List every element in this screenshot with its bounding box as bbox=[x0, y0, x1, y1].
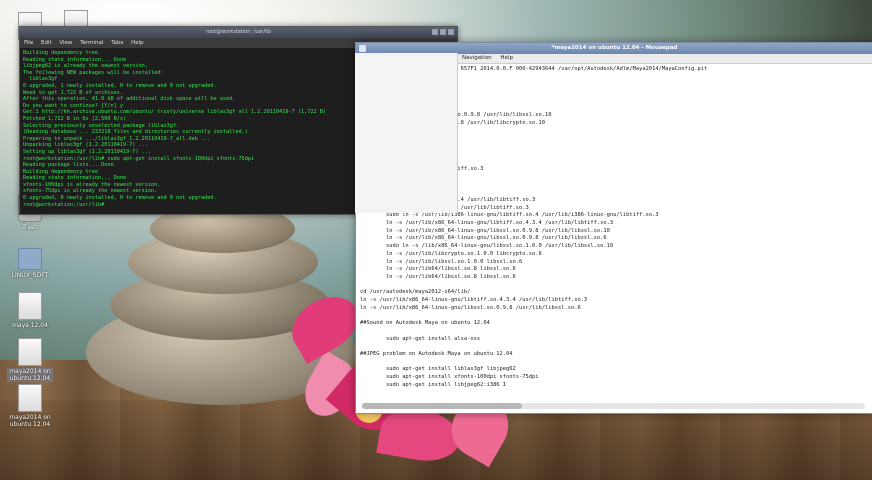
mousepad-line bbox=[360, 343, 869, 351]
mousepad-line: ##Sound on Autodesk Maya on ubuntu 12.04 bbox=[360, 320, 490, 327]
desktop-file-maya2014-selected[interactable]: maya2014 on ubuntu 12.04 bbox=[7, 338, 53, 382]
text-file-icon bbox=[18, 338, 42, 366]
mousepad-line: ln -s /usr/lib/x86_64-linux-gnu/libssl.s… bbox=[360, 304, 581, 311]
desktop-icon-label: LINUX_SOFT bbox=[11, 272, 49, 279]
desktop-file-maya[interactable]: maya 12.04 bbox=[7, 292, 53, 329]
mousepad-line: ln -s /usr/lib/x86_64-linux-gnu/libtiff.… bbox=[360, 297, 588, 304]
minimize-icon[interactable] bbox=[432, 29, 438, 35]
text-file-icon bbox=[18, 384, 42, 412]
menu-tabs[interactable]: Tabs bbox=[111, 40, 123, 46]
mousepad-line: ln -s /usr/lib/x86_64-linux-gnu/libtiff.… bbox=[360, 220, 614, 227]
mousepad-line: ln -s /usr/lib/libcrypto.so.1.0.0 libcry… bbox=[360, 250, 542, 257]
mousepad-line bbox=[360, 282, 869, 290]
mousepad-line: sudo apt-get install alsa-oss bbox=[360, 335, 481, 342]
desktop-icon-label: maya2014 on ubuntu 12.04 bbox=[9, 414, 51, 428]
close-icon[interactable] bbox=[448, 29, 454, 35]
mousepad-line: sudo ln -s /usr/lib/i386-linux-gnu/libti… bbox=[360, 212, 659, 219]
terminal-titlebar[interactable]: root@workstation: /usr/lib bbox=[20, 27, 457, 38]
mousepad-line bbox=[360, 328, 869, 336]
mousepad-line: ln -s /usr/lib64/libssl.so.8 libssl.so.6 bbox=[360, 266, 516, 273]
mousepad-app-icon bbox=[359, 45, 366, 52]
mousepad-line: sudo ln -s /lib/x86_64-linux-gnu/libssl.… bbox=[360, 243, 614, 250]
desktop-icon-label: maya 12.04 bbox=[12, 322, 48, 329]
mousepad-line: ln -s /usr/lib/libssl.so.1.0.0 libssl.so… bbox=[360, 258, 523, 265]
mousepad-line: ln -s /usr/lib/x86_64-linux-gnu/libssl.s… bbox=[360, 235, 607, 242]
desktop-folder-linux-soft[interactable]: LINUX_SOFT bbox=[7, 244, 53, 279]
mousepad-line: ln -s /usr/lib/x86_64-linux-gnu/libssl.s… bbox=[360, 227, 610, 234]
maximize-icon[interactable] bbox=[440, 29, 446, 35]
open-menu-dropdown[interactable] bbox=[355, 53, 458, 213]
menu-file[interactable]: File bbox=[24, 40, 33, 46]
mousepad-line bbox=[360, 359, 869, 367]
mousepad-line: ##JPEG problem on Autodesk Maya on ubunt… bbox=[360, 351, 513, 358]
folder-icon bbox=[18, 248, 42, 270]
menu-navigation[interactable]: Navigation bbox=[462, 55, 492, 61]
menu-edit[interactable]: Edit bbox=[41, 40, 52, 46]
mousepad-line: sudo apt-get install libjpeg62:i386 I bbox=[360, 381, 507, 388]
text-file-icon bbox=[18, 292, 42, 320]
desktop-icon-label: maya2014 on ubuntu 12.04 bbox=[7, 368, 53, 382]
terminal-title: root@workstation: /usr/lib bbox=[206, 29, 271, 35]
mousepad-title: *maya2014 on ubuntu 12.04 - Mousepad bbox=[551, 45, 678, 51]
desktop-icon-label: Trash bbox=[22, 224, 38, 231]
scrollbar-thumb[interactable] bbox=[362, 403, 522, 409]
menu-view[interactable]: View bbox=[59, 40, 72, 46]
mousepad-line: sudo apt-get install liblas3gf libjpeg62 bbox=[360, 366, 516, 373]
mousepad-line: cd /usr/autodesk/maya2012-x64/lib/ bbox=[360, 289, 471, 296]
horizontal-scrollbar[interactable] bbox=[362, 403, 865, 409]
mousepad-line: ln -s /usr/lib64/libssl.so.8 libssl.so.6 bbox=[360, 273, 516, 280]
menu-help[interactable]: Help bbox=[131, 40, 144, 46]
menu-help[interactable]: Help bbox=[500, 55, 513, 61]
menu-terminal[interactable]: Terminal bbox=[80, 40, 103, 46]
desktop-file-maya2014[interactable]: maya2014 on ubuntu 12.04 bbox=[7, 384, 53, 428]
mousepad-line: sudo apt-get install xfonts-100dpi xfont… bbox=[360, 374, 539, 381]
mousepad-line bbox=[360, 313, 869, 321]
window-controls bbox=[430, 29, 454, 40]
